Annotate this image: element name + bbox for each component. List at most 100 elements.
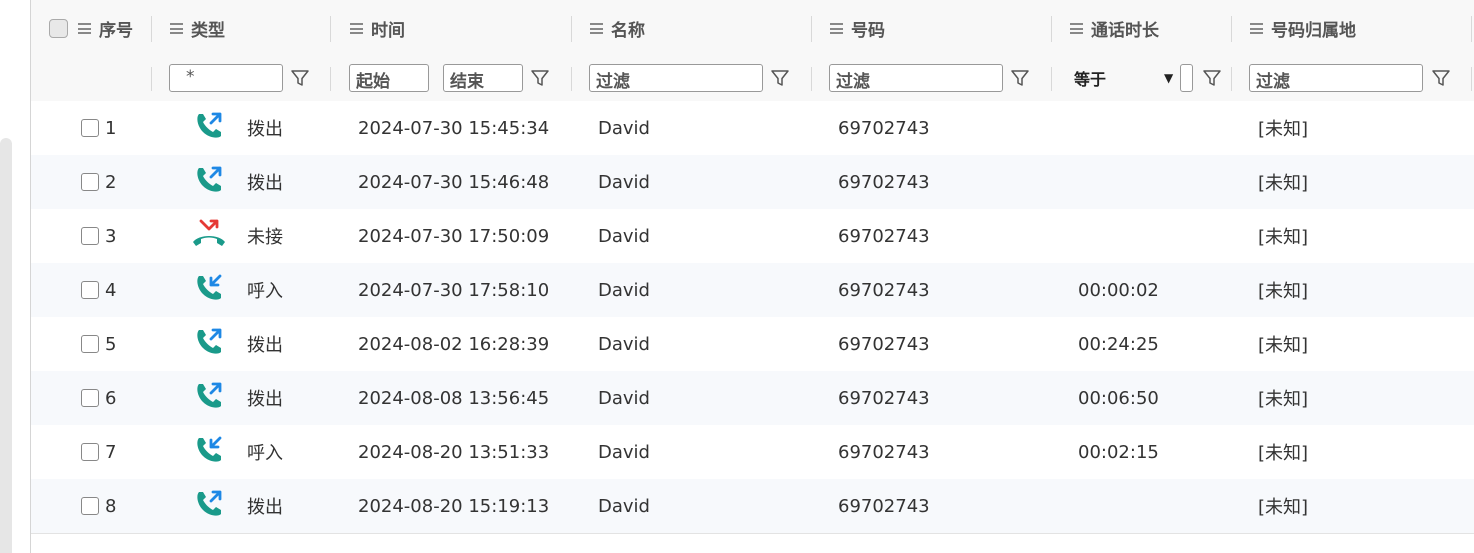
- row-time: 2024-07-30 15:46:48: [358, 171, 550, 193]
- location-filter-icon[interactable]: [1430, 67, 1452, 89]
- incoming-call-icon: [191, 432, 227, 473]
- duration-operator-select[interactable]: 等于 ▼: [1074, 64, 1173, 92]
- row-seq: 5: [105, 333, 117, 355]
- chevron-down-icon: ▼: [1164, 71, 1174, 85]
- number-filter-input[interactable]: 过滤: [829, 64, 1003, 92]
- row-type: 呼入: [247, 281, 283, 302]
- table-row[interactable]: 3 未接 2024-07-30 17:50:09 David 69702743 …: [31, 209, 1474, 264]
- row-seq: 4: [105, 279, 117, 301]
- name-filter-input[interactable]: 过滤: [589, 64, 763, 92]
- row-type: 拨出: [247, 119, 283, 140]
- header-type[interactable]: 类型: [170, 0, 225, 57]
- row-name: David: [598, 117, 650, 139]
- row-location: [未知]: [1258, 443, 1309, 464]
- name-filter-icon[interactable]: [769, 67, 791, 89]
- row-seq-cell: 3: [81, 209, 116, 263]
- row-seq: 2: [105, 171, 117, 193]
- row-seq-cell: 2: [81, 155, 116, 209]
- row-name: David: [598, 279, 650, 301]
- header-duration-label: 通话时长: [1091, 21, 1159, 41]
- column-menu-icon[interactable]: [1070, 23, 1083, 34]
- row-checkbox[interactable]: [81, 335, 99, 353]
- header-number-label: 号码: [851, 21, 885, 41]
- table-row[interactable]: 1 拨出 2024-07-30 15:45:34 David 69702743 …: [31, 101, 1474, 156]
- row-number: 69702743: [838, 225, 930, 247]
- header-duration[interactable]: 通话时长: [1070, 0, 1159, 57]
- left-scrollbar[interactable]: [0, 138, 12, 553]
- column-menu-icon[interactable]: [590, 23, 603, 34]
- header-location[interactable]: 号码归属地: [1250, 0, 1356, 57]
- row-duration: 00:06:50: [1078, 387, 1159, 409]
- outgoing-call-icon: [191, 108, 227, 149]
- type-filter-icon[interactable]: [289, 67, 311, 89]
- row-checkbox[interactable]: [81, 389, 99, 407]
- row-seq-cell: 1: [81, 101, 116, 155]
- column-menu-icon[interactable]: [830, 23, 843, 34]
- header-name[interactable]: 名称: [590, 0, 645, 57]
- time-end-input[interactable]: 结束: [443, 64, 523, 92]
- row-seq: 7: [105, 441, 117, 463]
- header-number[interactable]: 号码: [830, 0, 885, 57]
- select-all-checkbox[interactable]: [49, 19, 68, 38]
- table-row[interactable]: 6 拨出 2024-08-08 13:56:45 David 69702743 …: [31, 371, 1474, 426]
- row-type: 未接: [247, 227, 283, 248]
- time-start-input[interactable]: 起始: [349, 64, 429, 92]
- row-time: 2024-08-20 15:19:13: [358, 495, 550, 517]
- row-type-cell: 未接: [191, 209, 283, 263]
- row-type-cell: 拨出: [191, 317, 283, 371]
- row-location: [未知]: [1258, 389, 1309, 410]
- table-row[interactable]: 8 拨出 2024-08-20 15:19:13 David 69702743 …: [31, 479, 1474, 534]
- row-seq: 1: [105, 117, 117, 139]
- header-time[interactable]: 时间: [350, 0, 405, 57]
- row-time: 2024-08-02 16:28:39: [358, 333, 550, 355]
- call-log-grid: 序号 类型 时间 名称 号码 通话时长 号码归属地 * 起始 结束 过滤 过滤 …: [30, 0, 1474, 553]
- number-filter-icon[interactable]: [1009, 67, 1031, 89]
- table-row[interactable]: 4 呼入 2024-07-30 17:58:10 David 69702743 …: [31, 263, 1474, 318]
- header-name-label: 名称: [611, 21, 645, 41]
- row-location: [未知]: [1258, 173, 1309, 194]
- header-location-label: 号码归属地: [1271, 21, 1356, 41]
- incoming-call-icon: [191, 270, 227, 311]
- row-checkbox[interactable]: [81, 173, 99, 191]
- row-location: [未知]: [1258, 335, 1309, 356]
- row-type-cell: 拨出: [191, 101, 283, 155]
- row-name: David: [598, 441, 650, 463]
- row-seq: 3: [105, 225, 117, 247]
- filter-row: * 起始 结束 过滤 过滤 等于 ▼ 过滤: [31, 57, 1474, 102]
- row-checkbox[interactable]: [81, 281, 99, 299]
- row-checkbox[interactable]: [81, 227, 99, 245]
- table-row[interactable]: 7 呼入 2024-08-20 13:51:33 David 69702743 …: [31, 425, 1474, 480]
- row-checkbox[interactable]: [81, 119, 99, 137]
- header-seq[interactable]: 序号: [49, 0, 133, 57]
- missed-call-icon: [191, 216, 227, 257]
- header-type-label: 类型: [191, 21, 225, 41]
- column-menu-icon[interactable]: [170, 23, 183, 34]
- row-seq-cell: 5: [81, 317, 116, 371]
- duration-filter-icon[interactable]: [1201, 67, 1223, 89]
- column-menu-icon[interactable]: [78, 23, 91, 34]
- row-type: 拨出: [247, 173, 283, 194]
- outgoing-call-icon: [191, 486, 227, 527]
- row-duration: 00:00:02: [1078, 279, 1159, 301]
- outgoing-call-icon: [191, 378, 227, 419]
- row-name: David: [598, 387, 650, 409]
- row-type-cell: 拨出: [191, 479, 283, 533]
- duration-filter-input[interactable]: [1180, 64, 1193, 92]
- time-filter-icon[interactable]: [529, 67, 551, 89]
- row-seq-cell: 8: [81, 479, 116, 533]
- row-checkbox[interactable]: [81, 497, 99, 515]
- grid-header: 序号 类型 时间 名称 号码 通话时长 号码归属地: [31, 0, 1474, 58]
- row-type-cell: 拨出: [191, 371, 283, 425]
- table-row[interactable]: 5 拨出 2024-08-02 16:28:39 David 69702743 …: [31, 317, 1474, 372]
- row-time: 2024-07-30 17:58:10: [358, 279, 550, 301]
- location-filter-input[interactable]: 过滤: [1249, 64, 1423, 92]
- table-row[interactable]: 2 拨出 2024-07-30 15:46:48 David 69702743 …: [31, 155, 1474, 210]
- column-menu-icon[interactable]: [350, 23, 363, 34]
- column-menu-icon[interactable]: [1250, 23, 1263, 34]
- row-seq: 6: [105, 387, 117, 409]
- row-location: [未知]: [1258, 119, 1309, 140]
- type-filter-input[interactable]: *: [169, 64, 283, 92]
- header-time-label: 时间: [371, 21, 405, 41]
- row-checkbox[interactable]: [81, 443, 99, 461]
- row-number: 69702743: [838, 387, 930, 409]
